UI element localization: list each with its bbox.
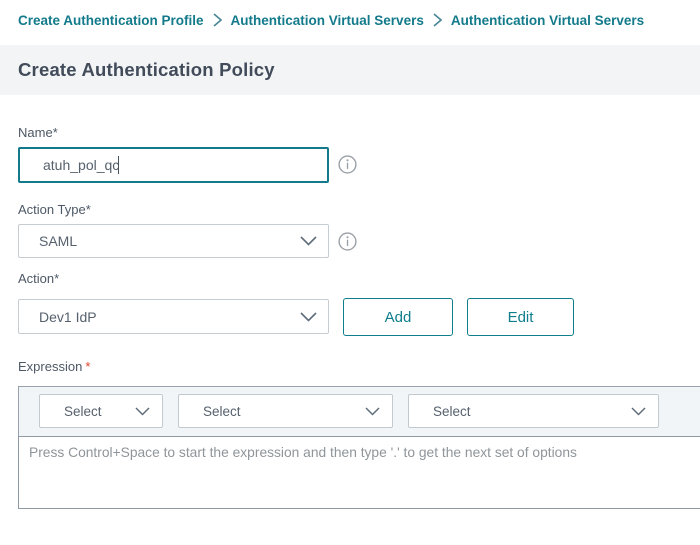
- action-type-label: Action Type*: [18, 202, 91, 217]
- chevron-down-icon: [631, 407, 646, 416]
- chevron-down-icon: [300, 312, 317, 322]
- chevron-down-icon: [365, 407, 380, 416]
- edit-button[interactable]: Edit: [467, 298, 574, 336]
- chevron-down-icon: [135, 407, 150, 416]
- required-mark: *: [54, 271, 59, 286]
- expression-select-3[interactable]: Select: [408, 394, 659, 428]
- required-mark: *: [86, 202, 91, 217]
- breadcrumb-link-authentication-virtual-servers[interactable]: Authentication Virtual Servers: [231, 13, 424, 28]
- action-select[interactable]: Dev1 IdP: [18, 299, 329, 334]
- breadcrumb: Create Authentication Profile Authentica…: [18, 9, 700, 31]
- expression-select-3-value: Select: [409, 404, 631, 419]
- page-title: Create Authentication Policy: [18, 59, 275, 81]
- expression-label: Expression*: [18, 359, 90, 374]
- name-input-wrap: [18, 147, 329, 183]
- chevron-right-icon: [213, 13, 222, 27]
- add-button[interactable]: Add: [343, 298, 453, 336]
- header-bar: Create Authentication Policy: [0, 45, 700, 95]
- action-label: Action*: [18, 271, 59, 286]
- breadcrumb-link-create-authentication-profile[interactable]: Create Authentication Profile: [18, 13, 204, 28]
- action-selected-value: Dev1 IdP: [19, 309, 300, 325]
- expression-select-2-value: Select: [179, 404, 365, 419]
- chevron-right-icon: [433, 13, 442, 27]
- name-input[interactable]: [18, 147, 329, 183]
- breadcrumb-link-authentication-virtual-servers-2[interactable]: Authentication Virtual Servers: [451, 13, 644, 28]
- expression-builder-toolbar: Select Select Select: [18, 386, 700, 437]
- info-icon[interactable]: [338, 232, 357, 251]
- expression-editor[interactable]: [18, 436, 700, 509]
- text-cursor: [118, 156, 119, 174]
- expression-select-2[interactable]: Select: [178, 394, 393, 428]
- chevron-down-icon: [300, 236, 317, 246]
- action-type-select[interactable]: SAML: [18, 224, 329, 258]
- required-mark: *: [85, 359, 90, 374]
- create-authentication-policy-screen: Create Authentication Profile Authentica…: [0, 0, 700, 545]
- action-type-selected-value: SAML: [19, 233, 300, 249]
- required-mark: *: [53, 125, 58, 140]
- info-icon[interactable]: [338, 155, 357, 174]
- name-label: Name*: [18, 125, 58, 140]
- expression-select-1-value: Select: [40, 404, 135, 419]
- expression-select-1[interactable]: Select: [39, 394, 163, 428]
